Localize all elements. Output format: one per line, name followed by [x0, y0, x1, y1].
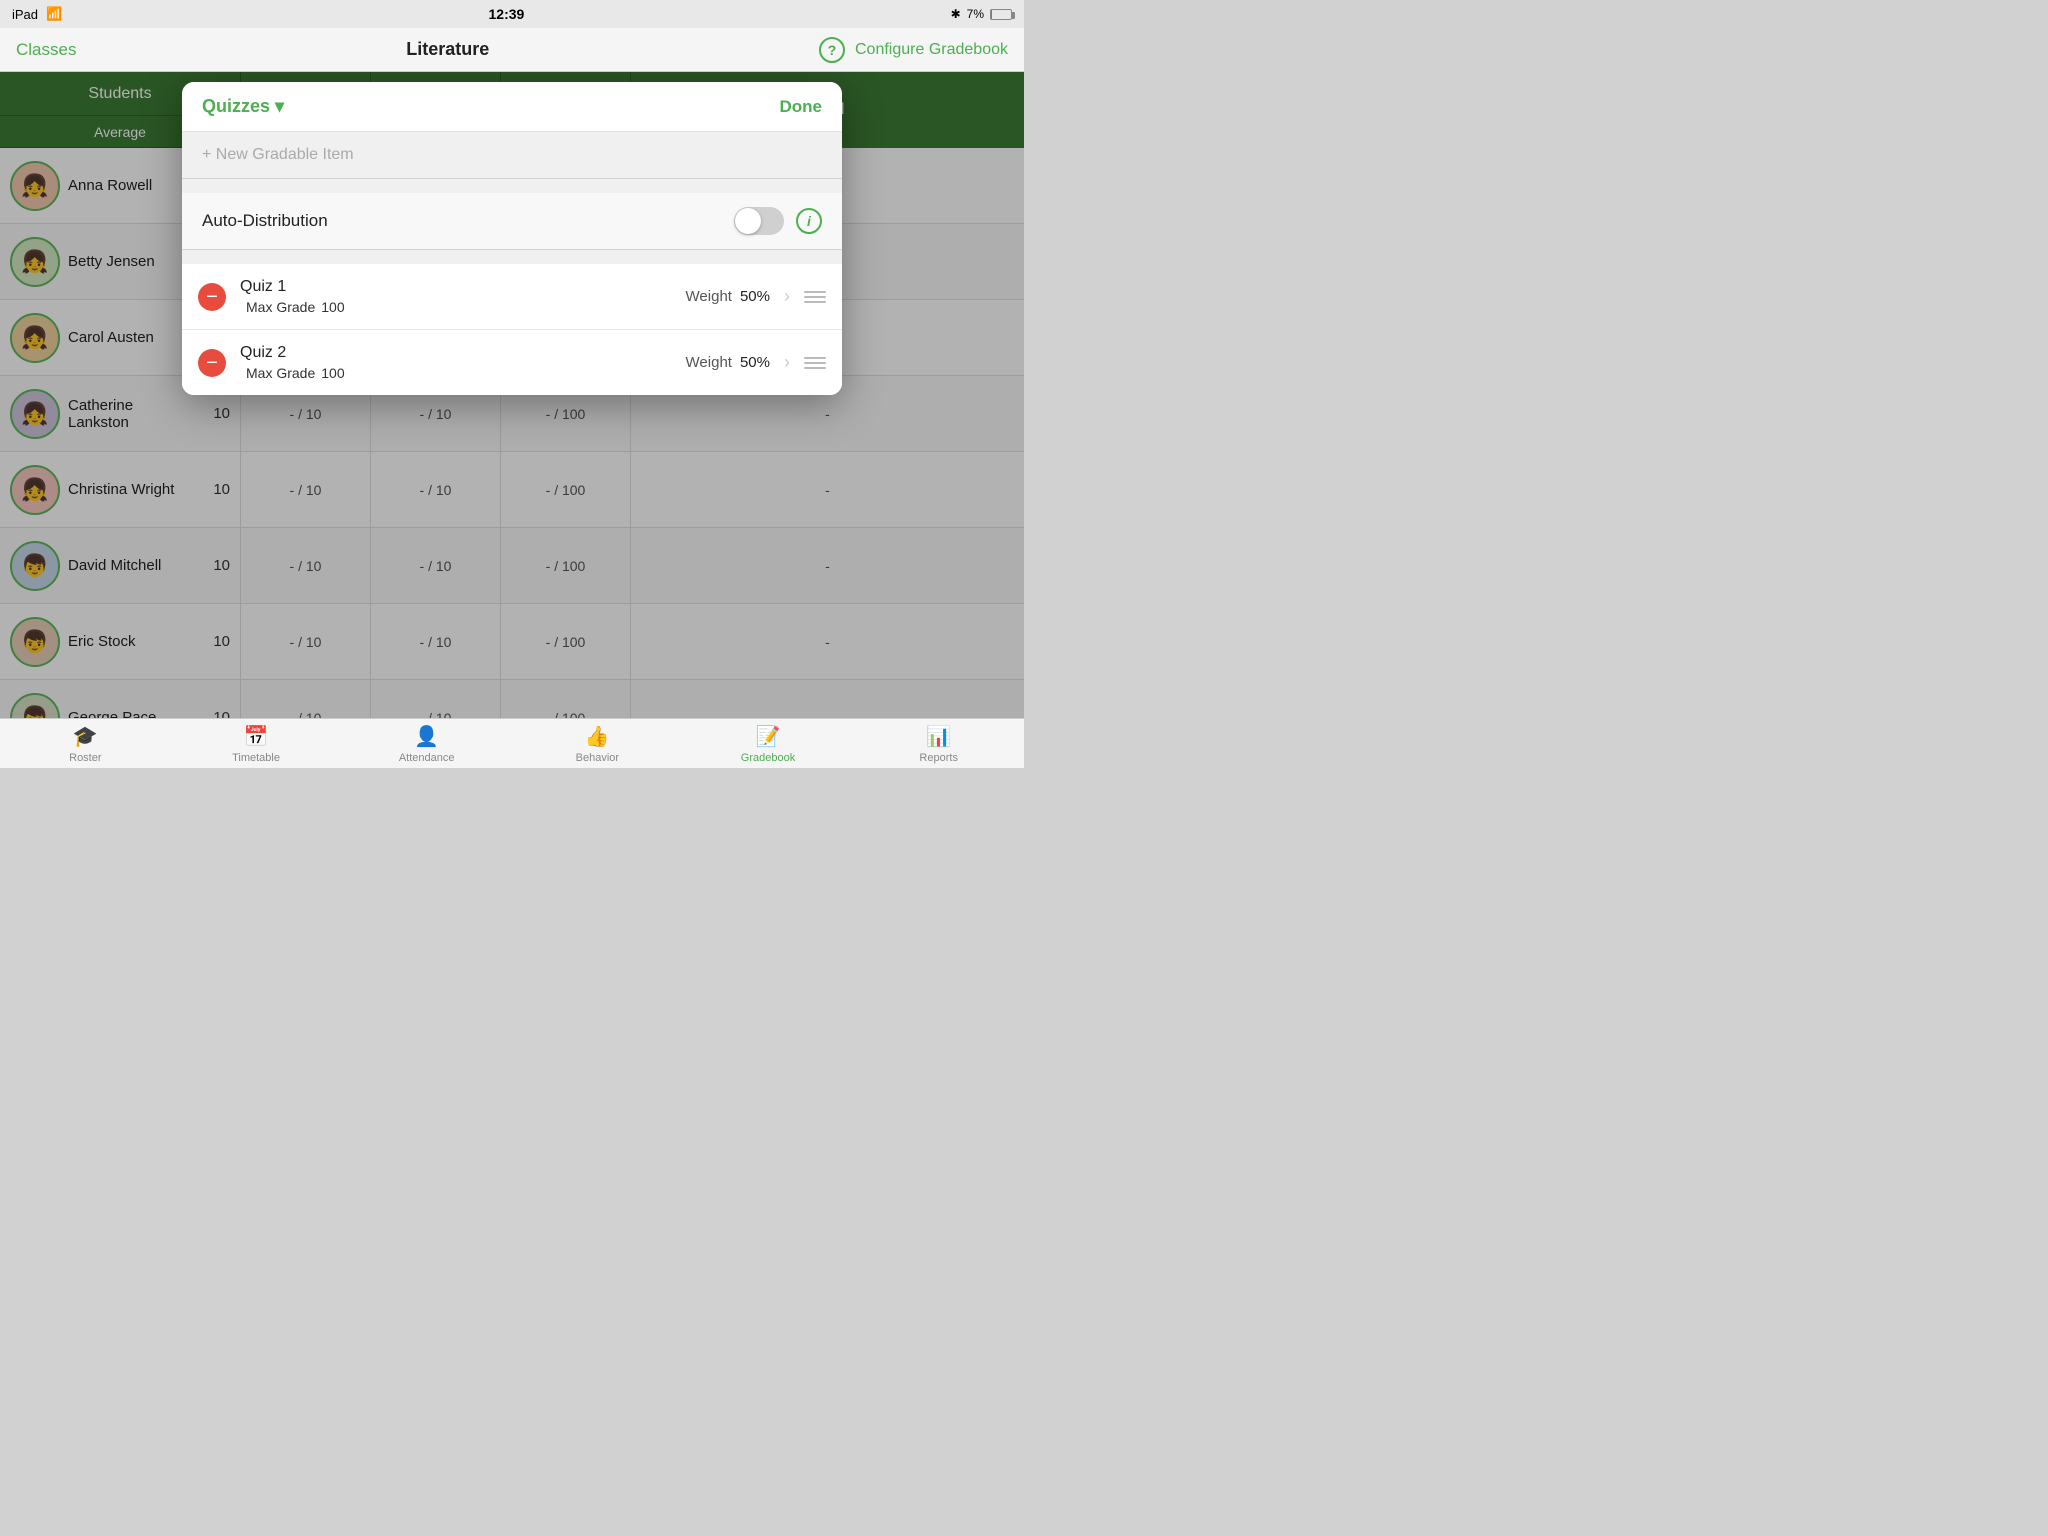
tab-timetable-label: Timetable — [232, 752, 280, 764]
delete-quiz2-button[interactable]: − — [198, 349, 226, 377]
nav-left[interactable]: Classes — [16, 40, 76, 60]
quiz2-weight-value: 50% — [740, 354, 770, 371]
tab-timetable[interactable]: 📅 Timetable — [171, 719, 342, 768]
configure-gradebook-button[interactable]: Configure Gradebook — [855, 41, 1008, 59]
tab-reports-label: Reports — [919, 752, 958, 764]
quiz2-chevron-icon[interactable]: › — [784, 352, 790, 373]
behavior-icon: 👍 — [585, 724, 610, 749]
quiz-item-1: − Quiz 1 Max Grade100 Weight 50% › — [182, 264, 842, 330]
main-content: Students Average 👧 Anna Rowell 10 👧 Bett… — [0, 72, 1024, 718]
modal-overlay: Quizzes ▾ Done + New Gradable Item Auto-… — [0, 72, 1024, 718]
toggle-thumb — [735, 208, 761, 234]
quiz2-weight: Weight 50% — [686, 354, 770, 371]
tab-bar: 🎓 Roster 📅 Timetable 👤 Attendance 👍 Beha… — [0, 718, 1024, 768]
classes-back-button[interactable]: Classes — [16, 40, 76, 59]
tab-roster-label: Roster — [69, 752, 101, 764]
auto-distribution-toggle[interactable] — [734, 207, 784, 235]
quiz-modal: Quizzes ▾ Done + New Gradable Item Auto-… — [182, 82, 842, 395]
status-bar: iPad 📶 12:39 ✱ 7% — [0, 0, 1024, 28]
tab-gradebook-label: Gradebook — [741, 752, 795, 764]
status-time: 12:39 — [489, 6, 525, 22]
tab-attendance-label: Attendance — [399, 752, 455, 764]
quiz1-weight: Weight 50% — [686, 288, 770, 305]
new-gradable-item-button[interactable]: + New Gradable Item — [202, 146, 354, 164]
quiz2-maxgrade: Max Grade100 — [240, 365, 672, 381]
auto-distribution-label: Auto-Distribution — [202, 211, 328, 231]
quiz1-weight-label: Weight — [686, 288, 732, 305]
spacer2 — [182, 250, 842, 264]
bluetooth-icon: ✱ — [951, 7, 961, 21]
quiz1-name: Quiz 1 — [240, 278, 672, 296]
quiz2-drag-handle[interactable] — [804, 357, 826, 369]
modal-header: Quizzes ▾ Done — [182, 82, 842, 132]
help-button[interactable]: ? — [819, 37, 845, 63]
info-icon[interactable]: i — [796, 208, 822, 234]
battery-label: 7% — [967, 7, 984, 21]
quiz2-name: Quiz 2 — [240, 344, 672, 362]
quiz2-weight-label: Weight — [686, 354, 732, 371]
tab-reports[interactable]: 📊 Reports — [853, 719, 1024, 768]
quiz1-weight-value: 50% — [740, 288, 770, 305]
tab-gradebook[interactable]: 📝 Gradebook — [683, 719, 854, 768]
quiz1-info: Quiz 1 Max Grade100 — [240, 278, 672, 315]
quiz2-info: Quiz 2 Max Grade100 — [240, 344, 672, 381]
quiz1-maxgrade: Max Grade100 — [240, 299, 672, 315]
roster-icon: 🎓 — [73, 724, 98, 749]
tab-roster[interactable]: 🎓 Roster — [0, 719, 171, 768]
auto-distribution-section: Auto-Distribution i — [182, 193, 842, 250]
quiz1-chevron-icon[interactable]: › — [784, 286, 790, 307]
status-right: ✱ 7% — [951, 7, 1012, 21]
gradebook-icon: 📝 — [756, 724, 781, 749]
quizzes-dropdown-button[interactable]: Quizzes ▾ — [202, 96, 284, 117]
new-item-section: + New Gradable Item — [182, 132, 842, 179]
nav-bar: Classes Literature ? Configure Gradebook — [0, 28, 1024, 72]
attendance-icon: 👤 — [414, 724, 439, 749]
delete-quiz1-button[interactable]: − — [198, 283, 226, 311]
ipad-label: iPad — [12, 7, 38, 22]
tab-behavior-label: Behavior — [576, 752, 619, 764]
timetable-icon: 📅 — [244, 724, 269, 749]
auto-dist-controls: i — [734, 207, 822, 235]
quiz-items-section: − Quiz 1 Max Grade100 Weight 50% › — [182, 264, 842, 395]
status-left: iPad 📶 — [12, 6, 62, 22]
spacer1 — [182, 179, 842, 193]
tab-attendance[interactable]: 👤 Attendance — [341, 719, 512, 768]
tab-behavior[interactable]: 👍 Behavior — [512, 719, 683, 768]
page-title: Literature — [406, 39, 489, 60]
wifi-icon: 📶 — [46, 6, 62, 22]
quiz1-drag-handle[interactable] — [804, 291, 826, 303]
reports-icon: 📊 — [926, 724, 951, 749]
battery-icon — [990, 9, 1012, 20]
nav-right: ? Configure Gradebook — [819, 37, 1008, 63]
done-button[interactable]: Done — [780, 97, 823, 117]
quiz-item-2: − Quiz 2 Max Grade100 Weight 50% › — [182, 330, 842, 395]
